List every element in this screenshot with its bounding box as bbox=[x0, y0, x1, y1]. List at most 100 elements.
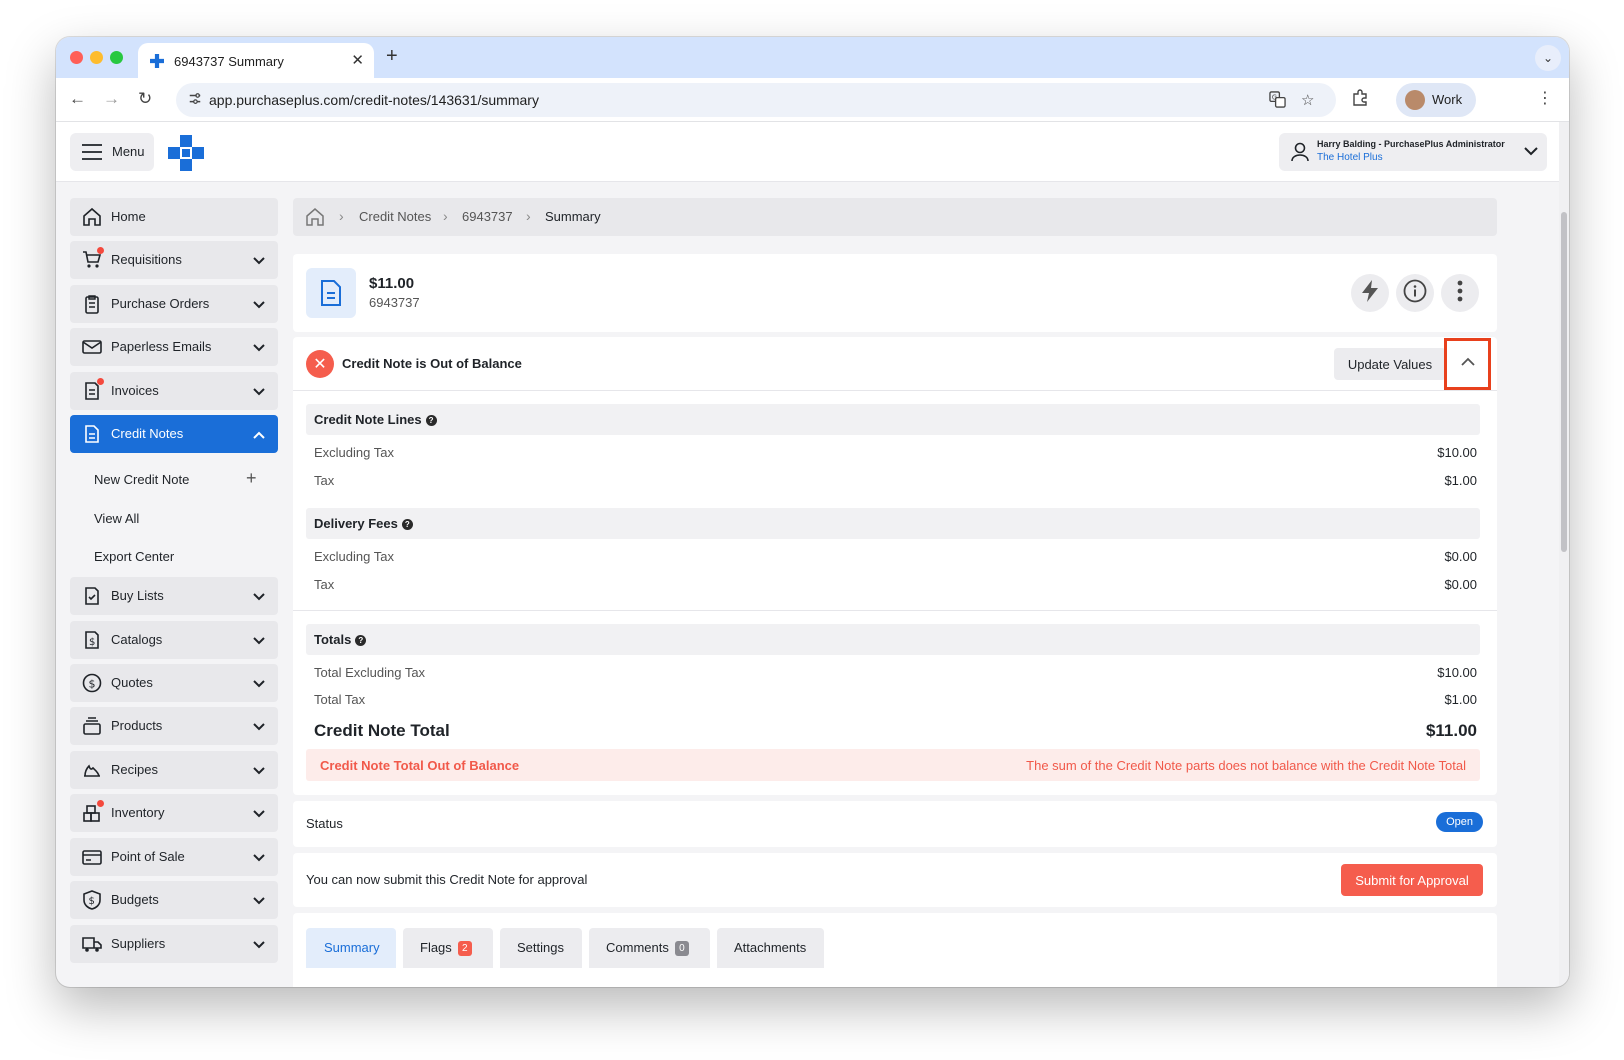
browser-window: 6943737 Summary ✕ + ⌄ ← → ↻ app.purchase… bbox=[56, 37, 1569, 987]
tab-title: 6943737 Summary bbox=[174, 54, 284, 69]
sidebar-item-label: Budgets bbox=[111, 892, 159, 907]
sidebar-item-purchase-orders[interactable]: Purchase Orders bbox=[70, 285, 278, 323]
collapse-button[interactable] bbox=[1444, 338, 1491, 390]
profile-button[interactable]: Work bbox=[1396, 83, 1476, 117]
chevron-down-icon bbox=[252, 385, 266, 404]
total-tax-label: Total Tax bbox=[314, 692, 366, 707]
sidebar-item-inventory[interactable]: Inventory bbox=[70, 794, 278, 832]
sidebar-item-recipes[interactable]: Recipes bbox=[70, 751, 278, 789]
translate-icon[interactable]: G bbox=[1269, 91, 1286, 112]
tab-settings[interactable]: Settings bbox=[500, 928, 582, 968]
back-icon[interactable]: ← bbox=[69, 89, 86, 109]
totals-header: Totals? bbox=[306, 624, 1480, 655]
sidebar-item-label: Credit Notes bbox=[111, 426, 184, 441]
document-icon bbox=[306, 268, 356, 318]
chevron-down-icon bbox=[252, 341, 266, 360]
kebab-icon bbox=[1457, 280, 1463, 307]
help-icon[interactable]: ? bbox=[425, 415, 437, 426]
sidebar-item-suppliers[interactable]: Suppliers bbox=[70, 925, 278, 963]
info-button[interactable] bbox=[1396, 274, 1434, 312]
scrollbar-thumb[interactable] bbox=[1561, 212, 1567, 552]
sidebar-item-label: Catalogs bbox=[111, 632, 163, 647]
checklist-icon bbox=[82, 586, 102, 606]
comments-count-badge: 0 bbox=[674, 941, 689, 956]
more-options-button[interactable] bbox=[1441, 274, 1479, 312]
user-icon bbox=[1291, 142, 1309, 167]
quick-actions-button[interactable] bbox=[1351, 274, 1389, 312]
sidebar-item-home[interactable]: Home bbox=[70, 198, 278, 236]
breadcrumb: › Credit Notes › 6943737 › Summary bbox=[293, 198, 1497, 236]
forward-icon[interactable]: → bbox=[103, 89, 120, 109]
submit-for-approval-button[interactable]: Submit for Approval bbox=[1341, 864, 1483, 896]
breadcrumb-credit-note-number[interactable]: 6943737 bbox=[462, 209, 513, 224]
sidebar-item-budgets[interactable]: $ Budgets bbox=[70, 881, 278, 919]
sidebar-subitem-new-credit-note[interactable]: New Credit Note bbox=[94, 472, 189, 487]
notification-dot bbox=[97, 800, 104, 807]
bookmark-star-icon[interactable]: ☆ bbox=[1301, 91, 1314, 109]
sidebar-item-products[interactable]: Products bbox=[70, 707, 278, 745]
tab-summary[interactable]: Summary bbox=[306, 928, 396, 968]
credit-note-amount: $11.00 bbox=[369, 275, 415, 292]
lines-tax-label: Tax bbox=[314, 473, 335, 488]
menu-label: Menu bbox=[112, 144, 145, 159]
balance-status-title: Credit Note is Out of Balance bbox=[342, 356, 522, 371]
credit-note-number: 6943737 bbox=[369, 295, 420, 310]
close-window-button[interactable] bbox=[70, 51, 83, 64]
sidebar-subitem-export-center[interactable]: Export Center bbox=[94, 549, 174, 564]
new-tab-icon[interactable]: + bbox=[386, 45, 398, 68]
clipboard-icon bbox=[82, 294, 102, 314]
update-values-button[interactable]: Update Values bbox=[1334, 348, 1446, 380]
divider bbox=[293, 390, 1497, 391]
help-icon[interactable]: ? bbox=[401, 519, 413, 530]
sidebar-item-paperless-emails[interactable]: Paperless Emails bbox=[70, 328, 278, 366]
reload-icon[interactable]: ↻ bbox=[138, 89, 152, 109]
tab-attachments[interactable]: Attachments bbox=[717, 928, 824, 968]
sidebar-item-label: Products bbox=[111, 718, 163, 733]
sidebar-subitem-view-all[interactable]: View All bbox=[94, 511, 139, 526]
menu-button[interactable]: Menu bbox=[70, 133, 154, 171]
extensions-icon[interactable] bbox=[1351, 89, 1369, 112]
home-icon[interactable] bbox=[305, 207, 325, 232]
help-icon[interactable]: ? bbox=[355, 635, 367, 646]
divider bbox=[293, 610, 1497, 611]
sidebar-item-invoices[interactable]: Invoices bbox=[70, 372, 278, 410]
browser-menu-icon[interactable]: ⋮ bbox=[1537, 88, 1553, 108]
breadcrumb-credit-notes[interactable]: Credit Notes bbox=[359, 209, 431, 224]
sidebar-item-quotes[interactable]: $ Quotes bbox=[70, 664, 278, 702]
total-tax-value: $1.00 bbox=[1444, 692, 1477, 707]
section-title-text: Delivery Fees bbox=[314, 516, 398, 531]
tab-flags[interactable]: Flags 2 bbox=[403, 928, 493, 968]
sidebar-item-label: Recipes bbox=[111, 762, 158, 777]
notification-dot bbox=[97, 247, 104, 254]
address-bar[interactable]: app.purchaseplus.com/credit-notes/143631… bbox=[176, 83, 1336, 117]
sidebar-item-requisitions[interactable]: Requisitions bbox=[70, 241, 278, 279]
sidebar-item-label: Point of Sale bbox=[111, 849, 185, 864]
delivery-excl-tax-value: $0.00 bbox=[1444, 549, 1477, 564]
status-label: Status bbox=[306, 816, 343, 831]
sidebar-item-buy-lists[interactable]: Buy Lists bbox=[70, 577, 278, 615]
site-settings-icon[interactable] bbox=[188, 92, 202, 111]
sidebar-item-credit-notes[interactable]: Credit Notes bbox=[70, 415, 278, 453]
maximize-window-button[interactable] bbox=[110, 51, 123, 64]
sidebar-item-label: Suppliers bbox=[111, 936, 166, 951]
section-title: Credit Note Lines? bbox=[314, 412, 437, 427]
lines-tax-value: $1.00 bbox=[1444, 473, 1477, 488]
user-menu-button[interactable]: Harry Balding - PurchasePlus Administrat… bbox=[1279, 133, 1547, 171]
total-excl-tax-value: $10.00 bbox=[1437, 665, 1477, 680]
tab-close-icon[interactable]: ✕ bbox=[351, 51, 364, 69]
lines-excl-tax-value: $10.00 bbox=[1437, 445, 1477, 460]
sidebar-item-point-of-sale[interactable]: Point of Sale bbox=[70, 838, 278, 876]
sidebar-item-catalogs[interactable]: $ Catalogs bbox=[70, 621, 278, 659]
plus-icon[interactable]: + bbox=[246, 468, 257, 489]
purchaseplus-logo-icon[interactable] bbox=[168, 135, 204, 176]
page-scrollbar[interactable] bbox=[1559, 122, 1569, 987]
document-icon bbox=[82, 424, 102, 444]
warning-label: Credit Note Total Out of Balance bbox=[320, 758, 520, 773]
shield-dollar-icon: $ bbox=[82, 890, 102, 910]
tab-comments[interactable]: Comments 0 bbox=[589, 928, 710, 968]
browser-tab[interactable]: 6943737 Summary ✕ bbox=[138, 43, 374, 78]
svg-text:G: G bbox=[1272, 94, 1277, 102]
sidebar-item-label: Buy Lists bbox=[111, 588, 164, 603]
tab-search-icon[interactable]: ⌄ bbox=[1535, 45, 1561, 71]
minimize-window-button[interactable] bbox=[90, 51, 103, 64]
